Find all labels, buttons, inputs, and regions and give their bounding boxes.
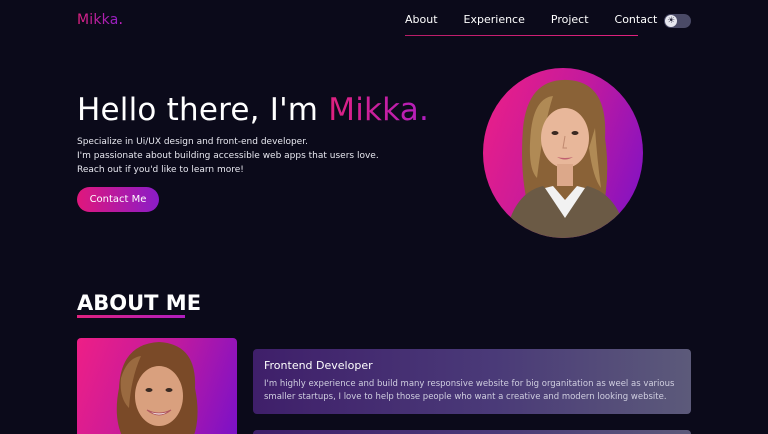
nav-link-project[interactable]: Project <box>551 13 589 26</box>
hero-name: Mikka. <box>328 92 430 128</box>
experience-card: Frontend Developer I'm highly experience… <box>253 349 691 414</box>
experience-card-2 <box>253 430 691 434</box>
about-underline <box>77 315 185 318</box>
nav-link-experience[interactable]: Experience <box>464 13 525 26</box>
about-title: ABOUT ME <box>77 291 202 315</box>
hero-line-2: I'm passionate about building accessible… <box>77 151 379 161</box>
theme-toggle[interactable]: ☀ <box>664 14 691 28</box>
logo[interactable]: Mikka. <box>77 12 123 28</box>
hero-line-3: Reach out if you'd like to learn more! <box>77 165 244 175</box>
about-portrait <box>77 338 237 434</box>
top-nav: About Experience Project Contact <box>405 13 657 26</box>
card-title: Frontend Developer <box>264 359 373 372</box>
contact-me-button[interactable]: Contact Me <box>77 187 159 212</box>
sun-icon: ☀ <box>665 15 677 27</box>
card-body: I'm highly experience and build many res… <box>264 379 675 402</box>
hero-title: Hello there, I'm Mikka. <box>77 92 430 128</box>
hero-portrait <box>483 68 643 238</box>
nav-link-contact[interactable]: Contact <box>615 13 658 26</box>
nav-underline <box>405 35 638 36</box>
hero-line-1: Specialize in Ui/UX design and front-end… <box>77 137 308 147</box>
nav-link-about[interactable]: About <box>405 13 438 26</box>
